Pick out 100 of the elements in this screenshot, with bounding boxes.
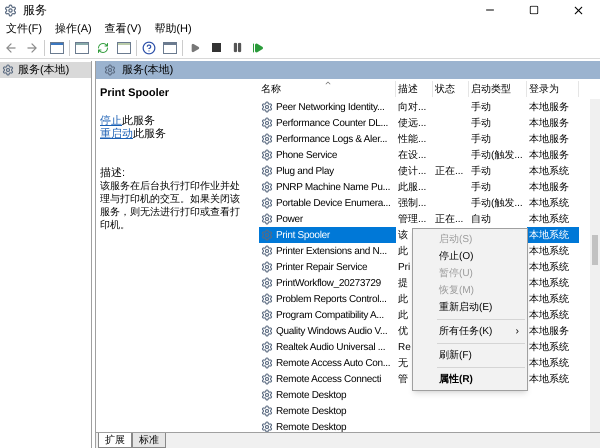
table-cell-text: 本地系统 xyxy=(528,244,570,258)
table-cell-text: 手动 xyxy=(470,132,492,146)
service-name-cell[interactable]: Remote Desktop xyxy=(259,403,396,419)
window-pane-icon xyxy=(163,42,177,54)
tree-item[interactable]: 服务(本地) xyxy=(0,62,91,78)
table-cell-text: 本地系统 xyxy=(528,276,570,290)
table-cell-text: 本地系统 xyxy=(528,212,570,226)
column-header[interactable]: 登录为 xyxy=(527,81,579,97)
table-cell-text: 自动 xyxy=(470,212,492,226)
table-cell-text: 无 xyxy=(397,356,409,370)
table-cell-text: 手动 xyxy=(470,180,492,194)
action-link[interactable]: 停止 xyxy=(100,114,122,128)
table-cell-text: 在设... xyxy=(397,148,428,162)
menu-item[interactable]: 查看(V) xyxy=(104,20,142,38)
gear-icon xyxy=(261,181,273,193)
service-name-cell[interactable]: Portable Device Enumera... xyxy=(259,195,396,211)
service-name-cell[interactable]: Power xyxy=(259,211,396,227)
gear-icon xyxy=(261,405,273,417)
service-name-cell[interactable]: Phone Service xyxy=(259,147,396,163)
table-cell: 本地系统 xyxy=(527,227,579,243)
context-menu-item[interactable]: 属性(R) xyxy=(413,371,527,388)
table-cell-text: 本地服务 xyxy=(528,116,570,130)
table-cell-text: 本地服务 xyxy=(528,324,570,338)
panel-header: 服务(本地) xyxy=(96,61,600,79)
table-cell-text: 本地系统 xyxy=(528,308,570,322)
service-name-cell[interactable]: PrintWorkflow_20273729 xyxy=(259,275,396,291)
scrollbar[interactable] xyxy=(590,99,600,432)
description-text: 该服务在后台执行打印作业并处理与打印机的交互。如果关闭该服务，则无法进行打印或查看打印机。 xyxy=(100,180,241,232)
column-header[interactable]: 启动类型 xyxy=(469,81,527,97)
gear-icon xyxy=(261,357,273,369)
column-header[interactable]: 名称 xyxy=(259,81,396,97)
column-header[interactable]: 描述 xyxy=(396,81,433,97)
gear-icon xyxy=(261,325,273,337)
table-cell-text: 手动 xyxy=(470,100,492,114)
context-menu-item[interactable]: 所有任务(K) › xyxy=(413,323,527,340)
service-name-cell[interactable]: Peer Networking Identity... xyxy=(259,99,396,115)
table-cell-text: 手动(触发... xyxy=(470,196,524,210)
gear-icon xyxy=(261,277,273,289)
gear-icon xyxy=(261,421,273,432)
table-cell-text: 本地系统 xyxy=(528,340,570,354)
play-icon xyxy=(190,42,200,52)
table-cell-text: 本地服务 xyxy=(528,100,570,114)
service-name: Print Spooler xyxy=(100,86,170,101)
action-link[interactable]: 重启动 xyxy=(100,128,133,140)
service-name-cell[interactable]: Plug and Play xyxy=(259,163,396,179)
menu-item[interactable]: 文件(F) xyxy=(6,20,42,38)
table-cell-text: 正在... xyxy=(434,212,464,226)
table-cell-text: 管理... xyxy=(397,212,428,226)
menu-item[interactable]: 帮助(H) xyxy=(154,20,192,38)
resume-icon xyxy=(252,42,264,54)
service-name-cell[interactable]: Quality Windows Audio V... xyxy=(259,323,396,339)
context-menu-item[interactable]: 刷新(F) xyxy=(413,347,527,364)
service-name-cell[interactable]: Printer Repair Service xyxy=(259,259,396,275)
service-name-cell[interactable]: Program Compatibility A... xyxy=(259,307,396,323)
service-name-cell[interactable]: Remote Desktop xyxy=(259,419,396,432)
table-cell-text: 性能... xyxy=(396,132,428,146)
stop-icon xyxy=(212,43,220,52)
service-name-cell[interactable]: Remote Access Connecti xyxy=(259,371,396,387)
service-name-cell[interactable]: PNRP Machine Name Pu... xyxy=(259,179,396,195)
context-menu-item[interactable]: 重新启动(E) xyxy=(413,299,527,316)
description-label: 描述: xyxy=(100,166,126,180)
service-name-cell[interactable]: Printer Extensions and N... xyxy=(259,243,396,259)
table-cell-text: 提 xyxy=(397,276,409,290)
submenu-arrow: › xyxy=(516,325,519,339)
table-cell-text: 本地服务 xyxy=(528,148,570,162)
gear-icon xyxy=(104,64,116,76)
gear-icon xyxy=(261,117,273,129)
service-name-cell[interactable]: Performance Counter DL... xyxy=(259,115,396,131)
table-cell-text: 此 xyxy=(397,292,409,306)
action-text: 此服务 xyxy=(122,114,155,128)
view-tab[interactable]: 扩展 xyxy=(98,433,132,448)
service-name-cell[interactable]: Performance Logs & Aler... xyxy=(259,131,396,147)
forward-arrow-icon xyxy=(25,40,39,54)
service-name-cell[interactable]: Problem Reports Control... xyxy=(259,291,396,307)
service-name-cell[interactable]: Realtek Audio Universal ... xyxy=(259,339,396,355)
gear-icon xyxy=(261,373,273,385)
table-cell-text: 优 xyxy=(397,324,409,338)
gear-icon xyxy=(261,101,273,113)
gear-icon xyxy=(261,389,273,401)
table-cell-text: 手动 xyxy=(470,116,492,130)
table-cell-text: 本地系统 xyxy=(528,292,570,306)
window-pane-icon xyxy=(75,42,89,54)
table-cell-text: 本地服务 xyxy=(528,180,570,194)
gear-icon xyxy=(261,165,273,177)
maximize-icon xyxy=(529,5,539,15)
view-tab[interactable]: 标准 xyxy=(132,433,166,448)
table-cell-text: 此服... xyxy=(397,180,428,194)
service-name-cell[interactable]: Remote Desktop xyxy=(259,387,396,403)
table-cell-text: 本地系统 xyxy=(528,260,570,274)
gear-icon xyxy=(261,213,273,225)
gear-icon xyxy=(261,133,273,145)
menu-item[interactable]: 操作(A) xyxy=(55,20,92,38)
column-header[interactable]: 状态 xyxy=(433,81,469,97)
service-name-cell[interactable]: Print Spooler xyxy=(259,227,396,243)
gear-icon xyxy=(261,229,273,241)
table-cell-text: 使计... xyxy=(397,164,428,178)
service-name-cell[interactable]: Remote Access Auto Con... xyxy=(259,355,396,371)
help-icon xyxy=(142,40,156,54)
context-menu-item[interactable]: 停止(O) xyxy=(413,248,527,265)
help-button[interactable] xyxy=(140,38,158,56)
